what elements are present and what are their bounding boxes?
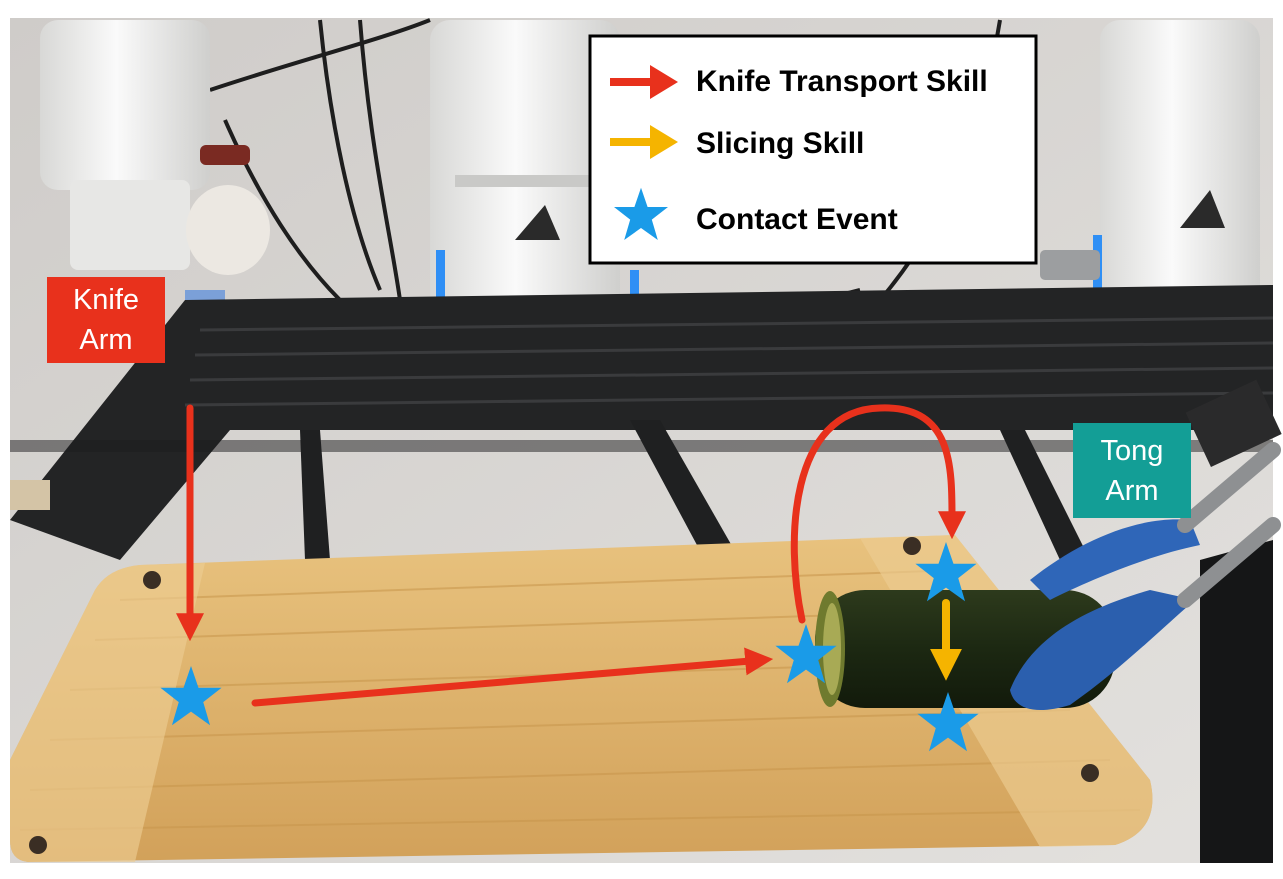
legend-label-contact-event: Contact Event xyxy=(696,203,898,236)
legend: Knife Transport Skill Slicing Skill Cont… xyxy=(588,34,1038,265)
legend-label-slicing: Slicing Skill xyxy=(696,127,864,160)
tong-arm-label: Tong Arm xyxy=(1073,423,1191,518)
legend-label-knife-transport: Knife Transport Skill xyxy=(696,65,988,98)
knife-arm-label: Knife Arm xyxy=(47,277,165,363)
